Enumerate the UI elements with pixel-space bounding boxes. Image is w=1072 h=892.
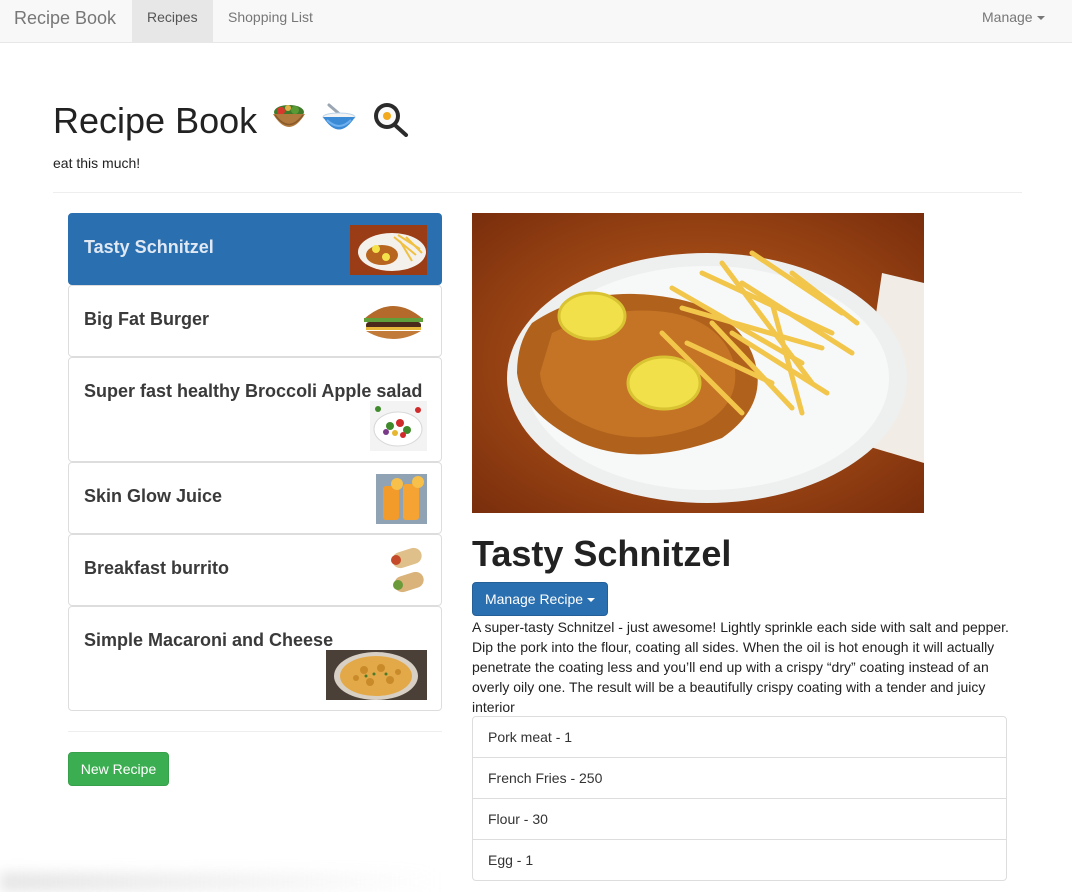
recipe-thumbnail xyxy=(388,546,427,596)
tab-shopping-list[interactable]: Shopping List xyxy=(213,0,328,42)
navbar-brand[interactable]: Recipe Book xyxy=(14,0,116,42)
manage-dropdown-label: Manage xyxy=(982,9,1033,25)
caret-down-icon xyxy=(587,598,596,603)
recipe-item-name: Simple Macaroni and Cheese xyxy=(84,630,334,650)
recipe-item-breakfast-burrito[interactable]: Breakfast burrito xyxy=(68,534,442,606)
page-title-text: Recipe Book xyxy=(53,100,258,141)
manage-recipe-button[interactable]: Manage Recipe xyxy=(472,582,608,616)
recipe-item-name: Skin Glow Juice xyxy=(84,486,223,506)
navbar: Recipe Book Recipes Shopping List Manage xyxy=(0,0,1072,43)
caret-down-icon xyxy=(1036,16,1045,21)
page-subtitle: eat this much! xyxy=(53,155,141,171)
recipe-thumbnail xyxy=(360,297,427,347)
recipe-detail-title: Tasty Schnitzel xyxy=(472,533,732,574)
recipe-thumbnail xyxy=(350,225,427,275)
recipe-thumbnail xyxy=(370,401,427,451)
recipe-thumbnail xyxy=(326,650,427,700)
tab-recipes[interactable]: Recipes xyxy=(132,0,213,42)
ingredient-item[interactable]: Flour - 30 xyxy=(472,798,1007,840)
recipe-detail-image xyxy=(472,213,924,513)
recipe-item-name: Tasty Schnitzel xyxy=(84,237,214,257)
ingredient-item[interactable]: French Fries - 250 xyxy=(472,757,1007,799)
recipe-item-name: Super fast healthy Broccoli Apple salad xyxy=(84,381,423,401)
recipe-item-skin-glow-juice[interactable]: Skin Glow Juice xyxy=(68,462,442,534)
ingredient-item[interactable]: Egg - 1 xyxy=(472,839,1007,881)
divider xyxy=(53,192,1022,193)
manage-recipe-label: Manage Recipe xyxy=(484,591,584,607)
bowl-spoon-icon xyxy=(321,102,357,145)
manage-dropdown[interactable]: Manage xyxy=(967,0,1060,42)
bottom-shadow xyxy=(0,872,440,892)
recipe-item-macaroni-and-cheese[interactable]: Simple Macaroni and Cheese xyxy=(68,606,442,711)
recipe-description: A super-tasty Schnitzel - just awesome! … xyxy=(472,619,1009,715)
ingredient-item[interactable]: Pork meat - 1 xyxy=(472,716,1007,758)
recipe-item-name: Big Fat Burger xyxy=(84,309,210,329)
salad-bowl-icon xyxy=(271,102,307,145)
frying-pan-egg-icon xyxy=(371,101,409,146)
recipe-item-big-fat-burger[interactable]: Big Fat Burger xyxy=(68,285,442,357)
new-recipe-button[interactable]: New Recipe xyxy=(68,752,169,786)
recipe-item-name: Breakfast burrito xyxy=(84,558,230,578)
page-title: Recipe Book xyxy=(53,100,409,146)
recipe-thumbnail xyxy=(376,474,427,524)
divider xyxy=(68,731,442,732)
recipe-item-broccoli-apple-salad[interactable]: Super fast healthy Broccoli Apple salad xyxy=(68,357,442,462)
recipe-item-tasty-schnitzel[interactable]: Tasty Schnitzel xyxy=(68,213,442,285)
